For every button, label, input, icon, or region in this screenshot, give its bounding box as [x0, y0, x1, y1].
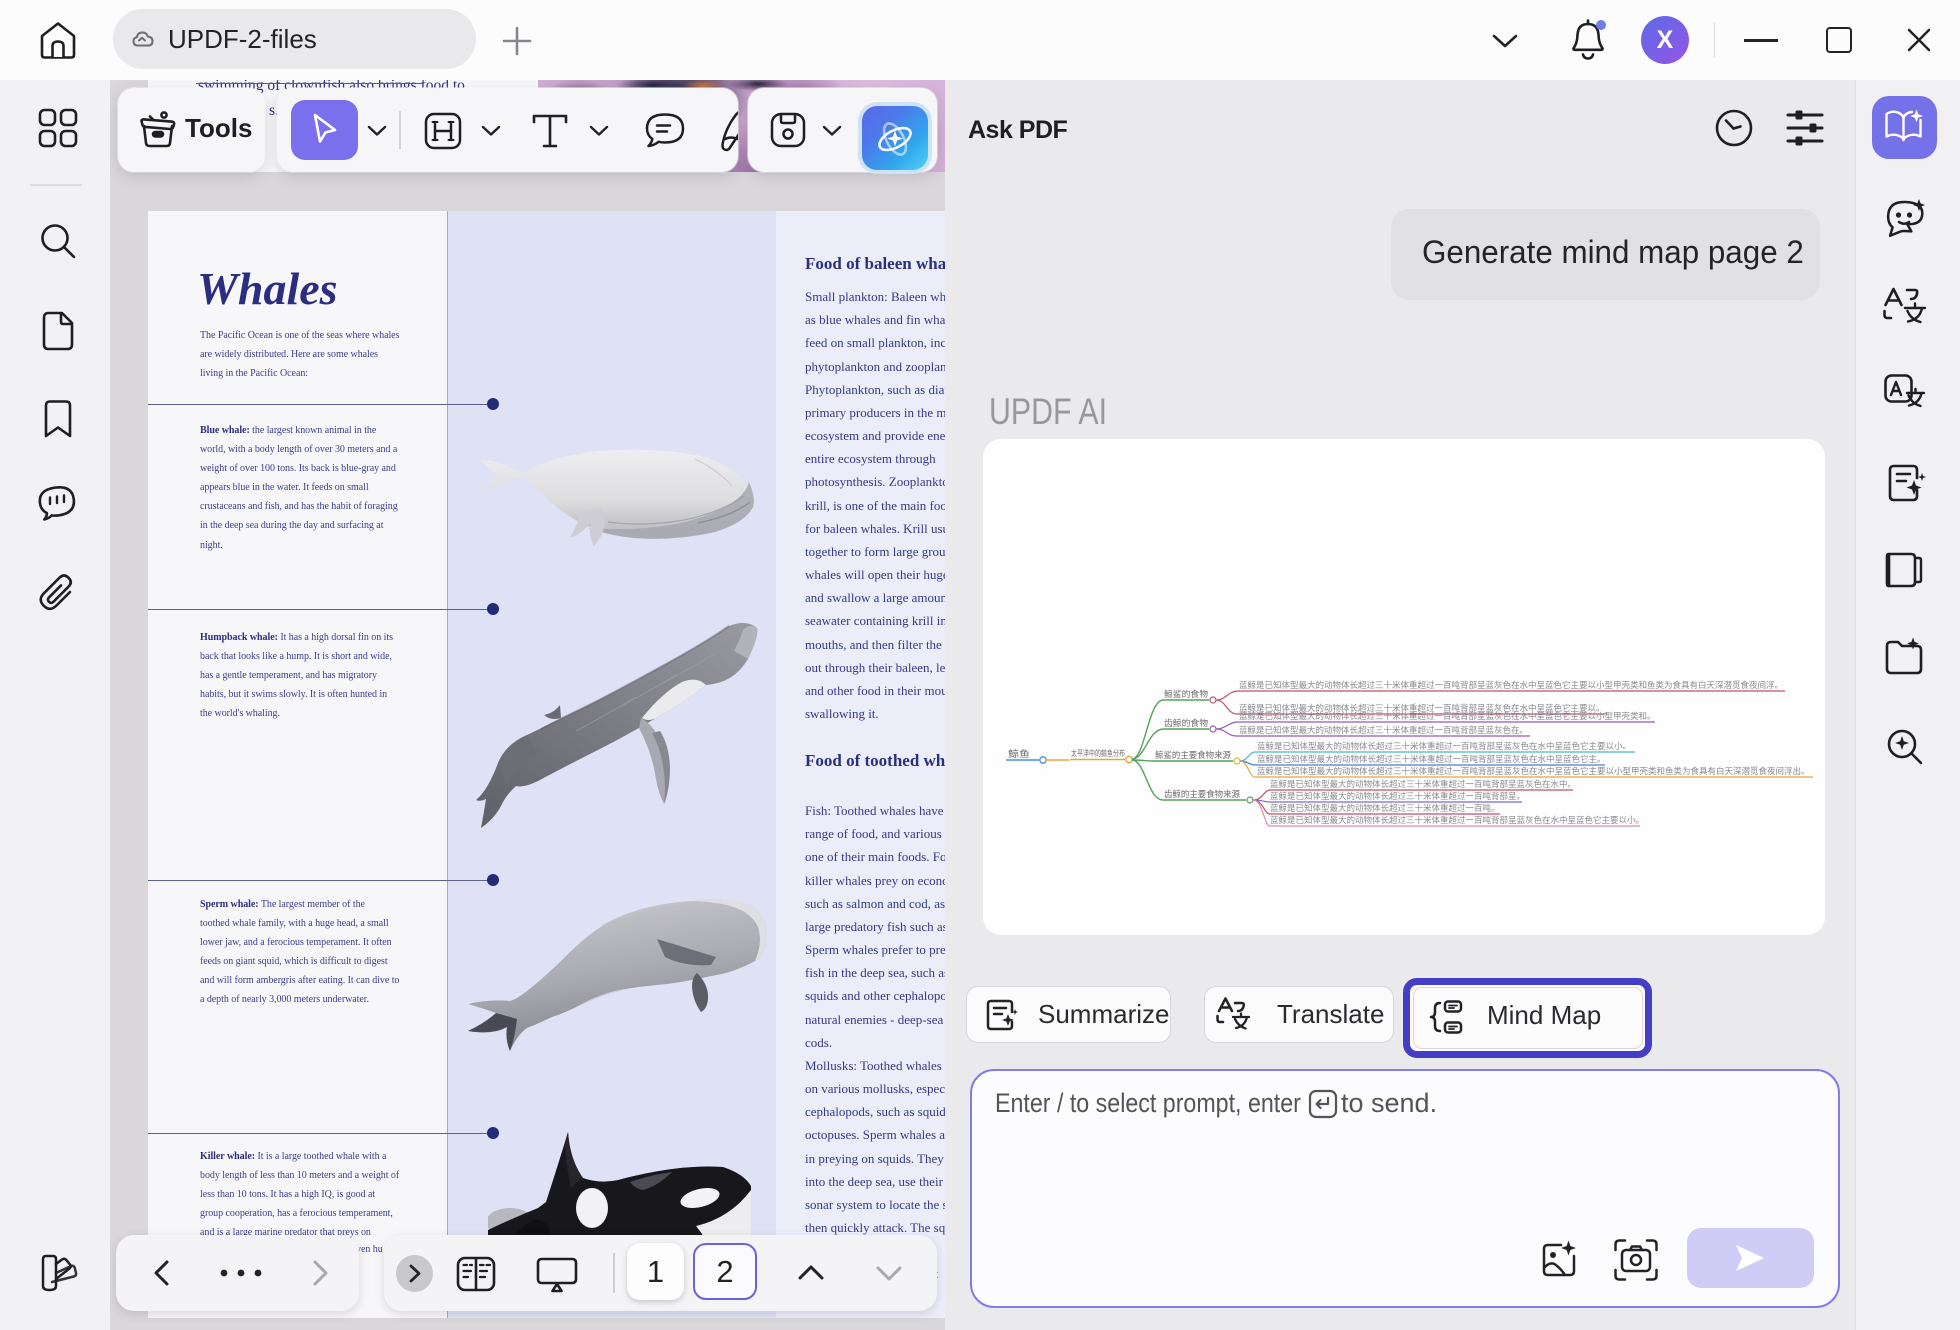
svg-text:蓝鲸是已知体型最大的动物体长超过三十米体重超过一百吨背部呈蓝: 蓝鲸是已知体型最大的动物体长超过三十米体重超过一百吨背部呈蓝灰色在水中呈蓝色它主…: [1270, 815, 1644, 825]
svg-text:太平洋中的鲸鱼分布: 太平洋中的鲸鱼分布: [1071, 748, 1125, 758]
svg-text:蓝鲸是已知体型最大的动物体长超过三十米体重超过一百吨背部呈蓝: 蓝鲸是已知体型最大的动物体长超过三十米体重超过一百吨背部呈蓝灰色在。: [1239, 725, 1528, 735]
svg-text:鲸鲨的主要食物来源: 鲸鲨的主要食物来源: [1155, 750, 1231, 760]
svg-text:齿鲸的食物: 齿鲸的食物: [1164, 718, 1209, 728]
svg-text:鲸鲨的食物: 鲸鲨的食物: [1164, 689, 1209, 699]
svg-text:齿鲸的主要食物来源: 齿鲸的主要食物来源: [1164, 789, 1240, 799]
svg-text:蓝鲸是已知体型最大的动物体长超过三十米体重超过一百吨背部呈蓝: 蓝鲸是已知体型最大的动物体长超过三十米体重超过一百吨背部呈蓝灰色在水中。: [1270, 779, 1576, 789]
svg-text:蓝鲸是已知体型最大的动物体长超过三十米体重超过一百吨。: 蓝鲸是已知体型最大的动物体长超过三十米体重超过一百吨。: [1270, 803, 1500, 813]
svg-text:蓝鲸是已知体型最大的动物体长超过三十米体重超过一百吨背部呈蓝: 蓝鲸是已知体型最大的动物体长超过三十米体重超过一百吨背部呈蓝灰色在水中呈蓝色它主…: [1257, 766, 1810, 776]
svg-text:鲸鱼: 鲸鱼: [1008, 748, 1030, 759]
svg-text:蓝鲸是已知体型最大的动物体长超过三十米体重超过一百吨背部呈蓝: 蓝鲸是已知体型最大的动物体长超过三十米体重超过一百吨背部呈蓝灰色在水中呈蓝色它主…: [1239, 680, 1783, 690]
svg-text:蓝鲸是已知体型最大的动物体长超过三十米体重超过一百吨背部呈蓝: 蓝鲸是已知体型最大的动物体长超过三十米体重超过一百吨背部呈蓝灰色在水中呈蓝色它主…: [1239, 711, 1656, 721]
svg-text:蓝鲸是已知体型最大的动物体长超过三十米体重超过一百吨背部呈。: 蓝鲸是已知体型最大的动物体长超过三十米体重超过一百吨背部呈。: [1270, 791, 1525, 801]
svg-text:蓝鲸是已知体型最大的动物体长超过三十米体重超过一百吨背部呈蓝: 蓝鲸是已知体型最大的动物体长超过三十米体重超过一百吨背部呈蓝灰色在水中呈蓝色它主…: [1257, 741, 1631, 751]
svg-text:蓝鲸是已知体型最大的动物体长超过三十米体重超过一百吨背部呈蓝: 蓝鲸是已知体型最大的动物体长超过三十米体重超过一百吨背部呈蓝灰色在水中呈蓝色它主…: [1257, 754, 1606, 764]
